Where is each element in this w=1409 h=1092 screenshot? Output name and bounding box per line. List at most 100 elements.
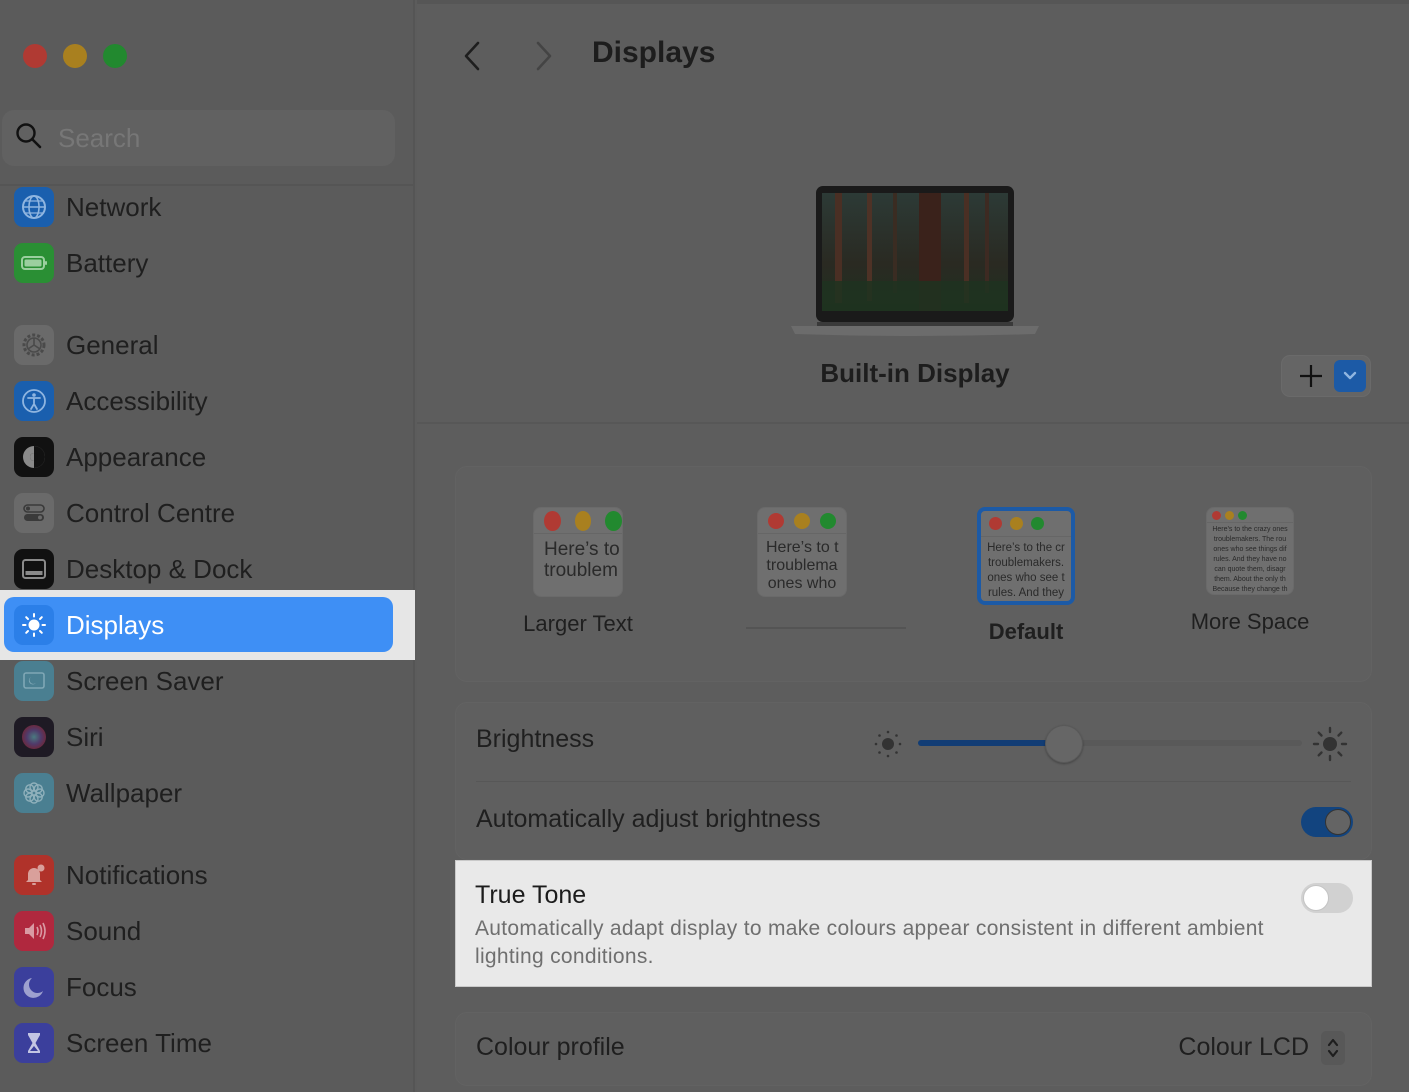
sun-bright-icon — [1312, 726, 1348, 762]
sidebar-item-label: Network — [66, 191, 162, 222]
resolution-preview: Here’s to t troublema ones who — [757, 507, 847, 597]
sidebar-item-label: Displays — [66, 609, 165, 640]
siri-icon — [14, 717, 54, 757]
window-controls — [23, 44, 127, 68]
brightness-slider[interactable] — [871, 725, 1348, 763]
main-panel: Displays Built-in Display Here’s to trou… — [417, 0, 1409, 1092]
desktop-dock-icon — [14, 549, 54, 589]
search-icon — [14, 121, 44, 156]
resolution-option-default[interactable]: Here’s to the cr troublemakers. ones who… — [926, 507, 1126, 645]
globe-icon — [14, 187, 54, 227]
sidebar-item-sound[interactable]: Sound — [14, 903, 394, 959]
sidebar-item-network[interactable]: Network — [14, 179, 394, 235]
sidebar-item-battery[interactable]: Battery — [14, 235, 394, 291]
moon-icon — [14, 967, 54, 1007]
resolution-preview: Here’s to the crazy ones troublemakers. … — [1206, 507, 1294, 595]
sidebar-item-label: General — [66, 329, 159, 360]
gear-icon — [14, 325, 54, 365]
zoom-window-button[interactable] — [103, 44, 127, 68]
sidebar-item-wallpaper[interactable]: Wallpaper — [14, 765, 394, 821]
colour-profile-value[interactable]: Colour LCD — [1178, 1033, 1309, 1062]
auto-brightness-toggle[interactable] — [1301, 807, 1353, 837]
wallpaper-icon — [14, 773, 54, 813]
toggle-knob — [1325, 809, 1351, 835]
plus-icon — [1300, 365, 1322, 387]
resolution-card: Here’s to troublem Larger Text Here’s to… — [455, 466, 1372, 682]
minimize-window-button[interactable] — [63, 44, 87, 68]
sidebar-item-label: Screen Saver — [66, 665, 224, 696]
speaker-icon — [14, 911, 54, 951]
laptop-display-image — [789, 186, 1041, 346]
colour-profile-label: Colour profile — [476, 1033, 625, 1061]
resolution-label: Default — [988, 619, 1064, 644]
preview-text: Here’s to t troublema ones who — [766, 539, 839, 592]
resolution-option-larger-text[interactable]: Here’s to troublem Larger Text — [478, 507, 678, 637]
true-tone-toggle[interactable] — [1301, 883, 1353, 913]
sidebar-item-label: Sound — [66, 915, 142, 946]
true-tone-description: Automatically adapt display to make colo… — [475, 917, 1264, 968]
sidebar-item-label: Siri — [66, 721, 104, 752]
sidebar-item-label: Focus — [66, 971, 137, 1002]
sidebar-item-label: Wallpaper — [66, 777, 183, 808]
resolution-label: Larger Text — [523, 611, 633, 636]
brightness-label: Brightness — [476, 725, 595, 753]
control-centre-icon — [14, 493, 54, 533]
sidebar-item-desktop-dock[interactable]: Desktop & Dock — [14, 541, 394, 597]
screen-saver-icon — [14, 661, 54, 701]
preview-text: Here’s to the crazy ones troublemakers. … — [1212, 526, 1288, 593]
resolution-option-underline — [746, 627, 906, 629]
resolution-preview-selected: Here’s to the cr troublemakers. ones who… — [977, 507, 1075, 605]
display-hero: Built-in Display — [417, 110, 1409, 424]
sidebar-item-focus[interactable]: Focus — [14, 959, 394, 1015]
row-divider — [476, 781, 1351, 782]
colour-profile-popup-button[interactable] — [1321, 1031, 1345, 1065]
bell-icon — [14, 855, 54, 895]
sidebar-item-siri[interactable]: Siri — [14, 709, 394, 765]
hourglass-icon — [14, 1023, 54, 1063]
search-field[interactable] — [2, 110, 395, 166]
back-button[interactable] — [457, 38, 487, 74]
brightness-fill — [918, 740, 1064, 746]
sidebar-item-label: Screen Time — [66, 1027, 212, 1058]
brightness-card: Brightness Automatically adjust brightne… — [455, 702, 1372, 860]
preview-text: Here’s to the cr troublemakers. ones who… — [987, 542, 1065, 599]
add-display-button[interactable] — [1292, 357, 1330, 395]
sidebar-item-label: Appearance — [66, 441, 207, 472]
display-options-dropdown[interactable] — [1334, 360, 1366, 392]
chevron-right-icon — [536, 41, 552, 71]
auto-brightness-label: Automatically adjust brightness — [476, 805, 821, 833]
sidebar-item-general[interactable]: General — [14, 317, 394, 373]
page-title: Displays — [592, 36, 716, 69]
close-window-button[interactable] — [23, 44, 47, 68]
preview-text: Here’s to troublem — [544, 539, 620, 582]
chevron-down-icon — [1343, 371, 1357, 380]
sidebar-item-notifications[interactable]: Notifications — [14, 847, 394, 903]
display-name: Built-in Display — [820, 358, 1010, 388]
sidebar-item-displays[interactable]: Displays — [14, 597, 394, 653]
sidebar: Network Battery General Accessibility Ap… — [0, 0, 415, 1092]
display-add-group — [1281, 355, 1371, 397]
resolution-option-more-space[interactable]: Here’s to the crazy ones troublemakers. … — [1150, 507, 1350, 635]
resolution-option-2[interactable]: Here’s to t troublema ones who — [702, 507, 902, 597]
appearance-icon — [14, 437, 54, 477]
resolution-preview: Here’s to troublem — [533, 507, 623, 597]
sidebar-item-screen-saver[interactable]: Screen Saver — [14, 653, 394, 709]
brightness-track[interactable] — [918, 725, 1302, 763]
colour-profile-card: Colour profile Colour LCD — [455, 1012, 1372, 1086]
toggle-knob — [1303, 885, 1329, 911]
search-input[interactable] — [58, 122, 358, 154]
sidebar-item-appearance[interactable]: Appearance — [14, 429, 394, 485]
sidebar-item-control-centre[interactable]: Control Centre — [14, 485, 394, 541]
sidebar-item-label: Accessibility — [66, 385, 208, 416]
chevron-left-icon — [464, 41, 480, 71]
forward-button[interactable] — [529, 38, 559, 74]
sidebar-item-screen-time[interactable]: Screen Time — [14, 1015, 394, 1071]
brightness-knob[interactable] — [1044, 725, 1083, 763]
window-top-edge — [417, 0, 1409, 4]
chevron-up-down-icon — [1327, 1038, 1339, 1058]
sidebar-item-label: Notifications — [66, 859, 208, 890]
true-tone-label: True Tone — [475, 881, 587, 909]
sidebar-item-accessibility[interactable]: Accessibility — [14, 373, 394, 429]
true-tone-row: True Tone Automatically adapt display to… — [455, 860, 1372, 987]
sun-dim-icon — [874, 730, 902, 758]
